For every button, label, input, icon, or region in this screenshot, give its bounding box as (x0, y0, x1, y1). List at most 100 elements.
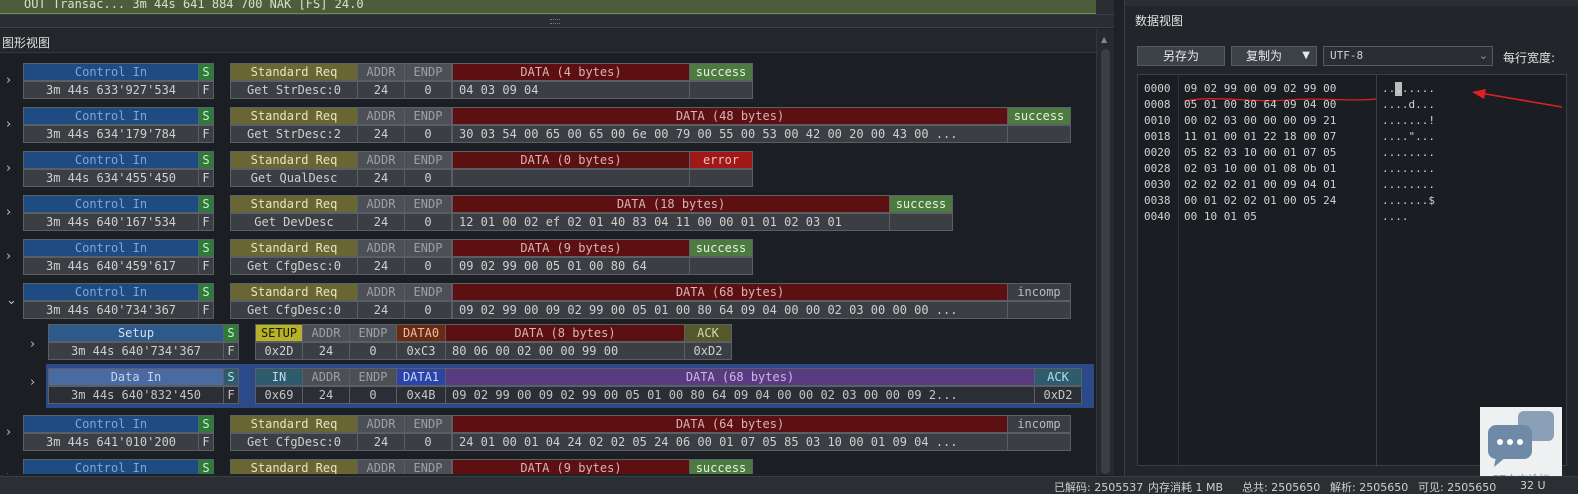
expand-chevron-icon[interactable]: › (6, 469, 11, 474)
end-flag: F (198, 257, 214, 275)
scroll-up-arrow-icon[interactable]: ▲ (1101, 35, 1107, 44)
hex-bytes: 09 02 99 00 09 02 99 00 (1184, 82, 1337, 95)
transfer-type: Control In (23, 459, 199, 474)
addr-value: 24 (357, 125, 405, 143)
request-name: Get StrDesc:2 (230, 125, 358, 143)
expand-chevron-icon[interactable]: › (6, 205, 11, 220)
addr-header: ADDR (357, 195, 405, 213)
request-type: Standard Req (230, 107, 358, 125)
graphics-view-scrollbar[interactable]: ▲ (1096, 29, 1114, 475)
request-type: Standard Req (230, 459, 358, 474)
bytes-per-line-label: 每行宽度: (1503, 51, 1556, 65)
expand-chevron-icon[interactable]: › (30, 375, 35, 390)
expand-chevron-icon[interactable]: › (30, 337, 35, 352)
addr-header: ADDR (357, 459, 405, 474)
transfer-type: Control In (23, 195, 199, 213)
splitter-grip[interactable] (550, 19, 560, 24)
data-in-packet-row[interactable]: › Data In S 3m 44s 640'832'450 F IN 0x69 ADDR 24… (30, 364, 1094, 408)
end-flag: F (198, 81, 214, 99)
expand-chevron-icon[interactable]: › (6, 117, 11, 132)
data-header: DATA (0 bytes) (452, 151, 690, 169)
addr-header: ADDR (357, 283, 405, 301)
handshake-header: ACK (1034, 368, 1082, 386)
expand-chevron-icon[interactable]: › (6, 73, 11, 88)
data-pid-value: 0xC3 (396, 342, 446, 360)
transaction-row[interactable]: › Control In S 3m 44s 640'459'617 F Standard … (0, 238, 1096, 278)
hex-bytes: 00 01 02 02 01 00 05 24 (1184, 194, 1337, 207)
addr-header: ADDR (357, 151, 405, 169)
status-badge: success (889, 195, 953, 213)
request-name: Get QualDesc (230, 169, 358, 187)
scrollbar-thumb[interactable] (1101, 49, 1110, 474)
end-flag: F (223, 386, 239, 404)
endp-value: 0 (404, 433, 452, 451)
end-flag: F (198, 433, 214, 451)
addr-value: 24 (302, 342, 350, 360)
transaction-row[interactable]: › Control In S 3m 44s 634'179'784 F Standard … (0, 106, 1096, 146)
packet-type: Setup (48, 324, 224, 342)
data-header: DATA (68 bytes) (452, 283, 1008, 301)
pid-value: 0x69 (255, 386, 303, 404)
expand-chevron-icon[interactable]: ⌄ (6, 293, 17, 308)
hex-bytes: 02 02 02 01 00 09 04 01 (1184, 178, 1337, 191)
endp-header: ENDP (404, 239, 452, 257)
data-pid-header: DATA1 (396, 368, 446, 386)
data-header: DATA (8 bytes) (445, 324, 685, 342)
transaction-row[interactable]: ⌄ Control In S 3m 44s 640'734'367 F Standard … (0, 282, 1096, 322)
addr-header: ADDR (357, 63, 405, 81)
data-header: DATA (68 bytes) (445, 368, 1035, 386)
request-type: Standard Req (230, 151, 358, 169)
top-scrollbar[interactable] (1096, 0, 1114, 14)
expand-chevron-icon[interactable]: › (6, 425, 11, 440)
timestamp: 3m 44s 634'455'450 (23, 169, 199, 187)
status-visible: 可见: 2505650 (1418, 481, 1497, 494)
pane-splitter[interactable] (0, 14, 1114, 28)
transaction-row[interactable]: › Control In S 3m 44s 634'455'450 F Standard … (0, 150, 1096, 190)
addr-value: 24 (357, 81, 405, 99)
transaction-row[interactable]: › Control In S 3m 44s 641'010'200 F Standard … (0, 414, 1096, 454)
request-type: Standard Req (230, 195, 358, 213)
hex-ascii: .......$ (1382, 194, 1435, 207)
previous-transaction-text: OUT Transac... 3m 44s 641 884 700 NAK [F… (24, 0, 364, 11)
previous-transaction-row[interactable]: OUT Transac... 3m 44s 641 884 700 NAK [F… (0, 0, 1096, 14)
data-header: DATA (48 bytes) (452, 107, 1008, 125)
transaction-row[interactable]: › Control InS Standard ReqADDRENDPDATA (9 … (0, 458, 1096, 474)
save-as-button[interactable]: 另存为 (1137, 46, 1225, 66)
end-flag: F (198, 213, 214, 231)
endp-value: 0 (349, 342, 397, 360)
copy-as-button[interactable]: 复制为 ▼ (1231, 46, 1317, 66)
hex-ascii: ...."... (1382, 130, 1435, 143)
encoding-select[interactable]: UTF-8 ⌄ (1323, 46, 1493, 66)
graphics-view-canvas[interactable]: › Control In S 3m 44s 633'927'534 F Standard … (0, 54, 1096, 474)
hex-ascii: ........ (1382, 82, 1435, 95)
setup-packet-row[interactable]: › Setup S 3m 44s 640'734'367 F SETUP 0x2D ADDR 2… (0, 324, 1096, 366)
addr-value: 24 (357, 257, 405, 275)
endp-header: ENDP (349, 324, 397, 342)
addr-header: ADDR (357, 239, 405, 257)
chat-bubble-icon (1488, 411, 1554, 467)
pid-value: 0x2D (255, 342, 303, 360)
transfer-type: Control In (23, 239, 199, 257)
status-bar: 已解码: 2505537 内存消耗 1 MB 总共: 2505650 解析: 2… (0, 476, 1578, 494)
hex-address: 0038 (1144, 194, 1171, 207)
status-value-cell (889, 213, 953, 231)
hex-address: 0040 (1144, 210, 1171, 223)
transfer-type: Control In (23, 63, 199, 81)
transaction-row[interactable]: › Control In S 3m 44s 633'927'534 F Standard … (0, 62, 1096, 102)
transaction-row[interactable]: › Control In S 3m 44s 640'167'534 F Standard … (0, 194, 1096, 234)
request-name: Get CfgDesc:0 (230, 257, 358, 275)
expand-chevron-icon[interactable]: › (6, 249, 11, 264)
data-header: DATA (64 bytes) (452, 415, 1008, 433)
start-flag: S (198, 195, 214, 213)
expand-chevron-icon[interactable]: › (6, 161, 11, 176)
graphics-view-header: 图形视图 (0, 29, 1096, 53)
endp-header: ENDP (404, 63, 452, 81)
status-badge: success (689, 239, 753, 257)
request-name: Get StrDesc:0 (230, 81, 358, 99)
timestamp: 3m 44s 634'179'784 (23, 125, 199, 143)
status-value-cell (689, 81, 753, 99)
endp-header: ENDP (404, 107, 452, 125)
data-value: 80 06 00 02 00 00 99 00 (445, 342, 685, 360)
endp-header: ENDP (404, 283, 452, 301)
timestamp: 3m 44s 640'734'367 (48, 342, 224, 360)
